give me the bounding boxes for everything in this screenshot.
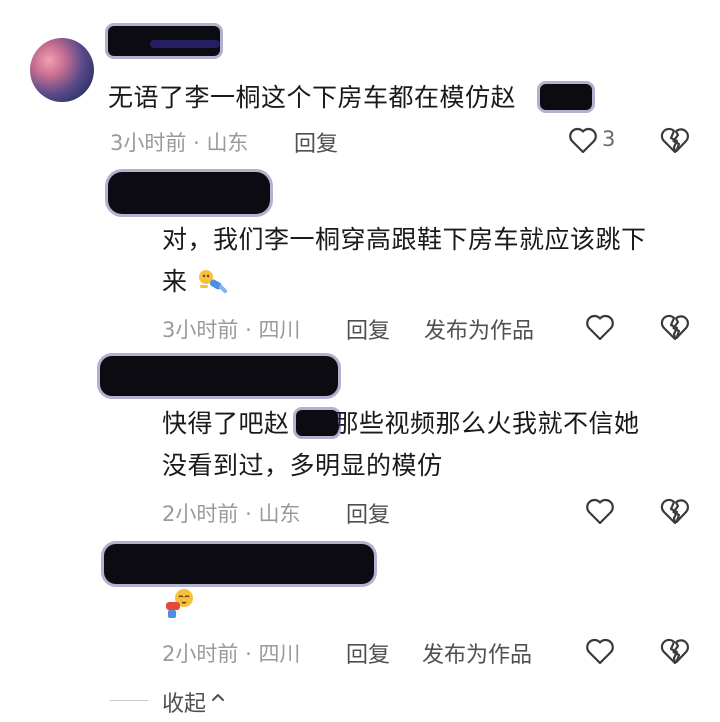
falling-person-emoji-icon [198,270,228,294]
comment-time: 2小时前 [162,502,239,526]
divider [110,700,148,701]
comment-meta: 3小时前 · 山东 [110,127,248,157]
comment-text-line: 来 [162,267,188,296]
broken-heart-icon[interactable] [660,125,690,155]
comment-location: 山东 [206,131,249,155]
heart-outline-icon[interactable] [585,637,615,665]
heart-outline-icon[interactable] [585,497,615,525]
publish-as-work-button[interactable]: 发布为作品 [424,313,534,345]
comment-location: 四川 [258,642,301,666]
comment-meta: 2小时前 · 四川 [162,638,300,668]
redacted-name [540,84,592,110]
meta-separator: · [245,502,252,526]
redacted-username [104,544,374,584]
like-count: 3 [602,127,616,151]
comment-time: 2小时前 [162,642,239,666]
comment-text: 对，我们李一桐穿高跟鞋下房车就应该跳下 [162,220,647,260]
comment-time: 3小时前 [162,318,239,342]
comment-text: 来 [162,262,230,302]
broken-heart-icon[interactable] [660,496,690,526]
redacted-username [100,356,338,396]
comment-text-line: 没看到过，多明显的模仿 [162,451,443,480]
meta-separator: · [245,642,252,666]
crying-emoji-icon [166,589,193,618]
comment-text-line: 快得了吧赵 [162,409,290,438]
avatar[interactable] [30,38,94,102]
broken-heart-icon[interactable] [660,636,690,666]
collapse-replies-button[interactable]: 收起 [110,686,670,717]
comment-meta: 2小时前 · 山东 [162,498,300,528]
redacted-name [296,410,338,436]
collapse-label: 收起 [162,692,207,717]
reply-button[interactable]: 回复 [294,126,338,158]
comment-time: 3小时前 [110,131,187,155]
broken-heart-icon[interactable] [660,312,690,342]
comment-text: 无语了李一桐这个下房车都在模仿赵 [108,78,516,118]
redacted-username [108,172,270,214]
redacted-username-underline [150,40,220,48]
heart-outline-icon[interactable] [568,126,598,154]
reply-button[interactable]: 回复 [346,637,390,669]
comment-text: 没看到过，多明显的模仿 [162,446,443,486]
comment-text-line: 无语了李一桐这个下房车都在模仿赵 [108,83,517,112]
meta-separator: · [193,131,200,155]
comment-text: 快得了吧赵 那些视频那么火我就不信她 [162,404,640,444]
reply-button[interactable]: 回复 [346,497,390,529]
comment-location: 山东 [258,502,301,526]
comment-text-line: 对，我们李一桐穿高跟鞋下房车就应该跳下 [162,225,647,254]
comment-location: 四川 [258,318,301,342]
comment-text-line: 那些视频那么火我就不信她 [333,409,640,438]
heart-outline-icon[interactable] [585,313,615,341]
meta-separator: · [245,318,252,342]
publish-as-work-button[interactable]: 发布为作品 [422,637,532,669]
comment-meta: 3小时前 · 四川 [162,314,300,344]
reply-button[interactable]: 回复 [346,313,390,345]
chevron-up-icon [212,694,224,701]
